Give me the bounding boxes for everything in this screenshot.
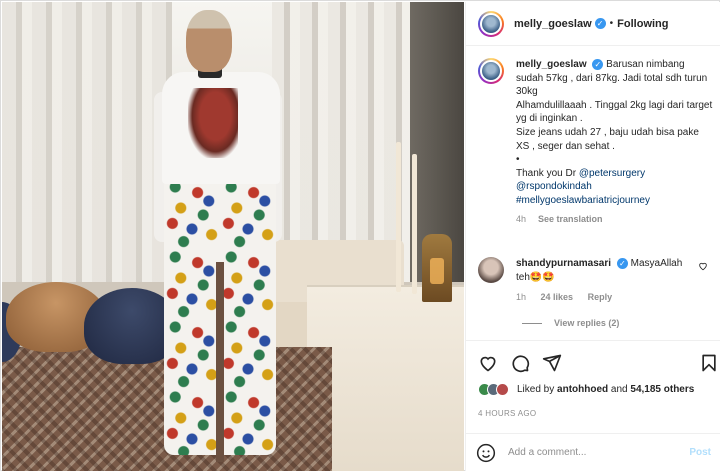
liked-by-user[interactable]: antohhoed <box>557 384 608 395</box>
header-username[interactable]: melly_goeslaw <box>514 18 592 30</box>
caption-time[interactable]: 4h <box>516 214 526 224</box>
liker-avatars <box>478 383 509 396</box>
caption: melly_goeslaw ✓ Barusan nimbang sudah 57… <box>478 58 714 226</box>
post-timestamp[interactable]: 4 HOURS AGO <box>478 409 536 418</box>
likes-summary: Liked by antohhoed and 54,185 others <box>478 383 694 396</box>
reply-button[interactable]: Reply <box>588 292 613 302</box>
caption-text-line: Size jeans udah 27 , baju udah bisa pake… <box>516 126 699 152</box>
share-icon[interactable] <box>542 353 562 373</box>
mention-link[interactable]: @petersurgery <box>579 168 645 179</box>
heart-icon[interactable] <box>478 353 498 373</box>
caption-text-line: • <box>516 154 520 166</box>
instagram-post-frame: melly_goeslaw ✓ • Following melly_goesla… <box>0 0 720 471</box>
verified-badge-icon: ✓ <box>592 58 604 70</box>
comment-item: shandypurnamasari ✓ MasyaAllah teh🤩🤩 1h … <box>478 257 714 305</box>
comment-time[interactable]: 1h <box>516 292 526 302</box>
comment-icon[interactable] <box>510 353 530 373</box>
divider-line <box>522 322 542 324</box>
candle <box>396 142 401 292</box>
post-button[interactable]: Post <box>689 447 711 458</box>
lantern <box>422 234 452 302</box>
verified-badge-icon: ✓ <box>594 18 606 29</box>
comment-like-heart-icon[interactable] <box>698 261 708 271</box>
pants-gap <box>216 262 224 462</box>
comment-likes[interactable]: 24 likes <box>541 292 574 302</box>
action-bar <box>466 340 720 382</box>
person-head <box>186 10 232 72</box>
hashtag-link[interactable]: #mellygoeslawbariatricjourney <box>516 195 650 206</box>
emoji-icon[interactable] <box>476 443 496 463</box>
view-replies-label: View replies (2) <box>554 318 620 328</box>
post-header: melly_goeslaw ✓ • Following <box>466 2 720 46</box>
bookmark-icon[interactable] <box>699 353 719 373</box>
commenter-avatar[interactable] <box>478 257 504 283</box>
shirt-print <box>188 88 238 158</box>
caption-username[interactable]: melly_goeslaw <box>516 59 587 70</box>
caption-text-line: Alhamdulillaaah . Tinggal 2kg lagi dari … <box>516 99 713 125</box>
post-side-panel: melly_goeslaw ✓ • Following melly_goesla… <box>465 2 720 471</box>
mention-link[interactable]: @rspondokindah <box>516 181 592 192</box>
caption-avatar[interactable] <box>478 58 504 84</box>
candle <box>412 154 417 294</box>
avatar[interactable] <box>478 10 504 37</box>
comment-username[interactable]: shandypurnamasari <box>516 258 611 269</box>
caption-text-line: Thank you Dr <box>516 167 579 179</box>
view-replies-button[interactable]: View replies (2) <box>522 318 619 328</box>
see-translation-link[interactable]: See translation <box>538 214 603 224</box>
liked-by-prefix: Liked by <box>517 384 555 395</box>
post-photo[interactable] <box>2 2 464 471</box>
curtain-left <box>2 2 172 302</box>
liked-by-and: and <box>610 384 628 395</box>
liked-by-others[interactable]: 54,185 others <box>630 384 694 395</box>
header-separator: • <box>609 18 614 29</box>
verified-badge-icon: ✓ <box>616 257 628 269</box>
comment-input[interactable] <box>508 447 690 458</box>
add-comment-bar: Post <box>466 433 720 471</box>
following-button[interactable]: Following <box>617 18 668 30</box>
liker-avatar <box>496 383 509 396</box>
